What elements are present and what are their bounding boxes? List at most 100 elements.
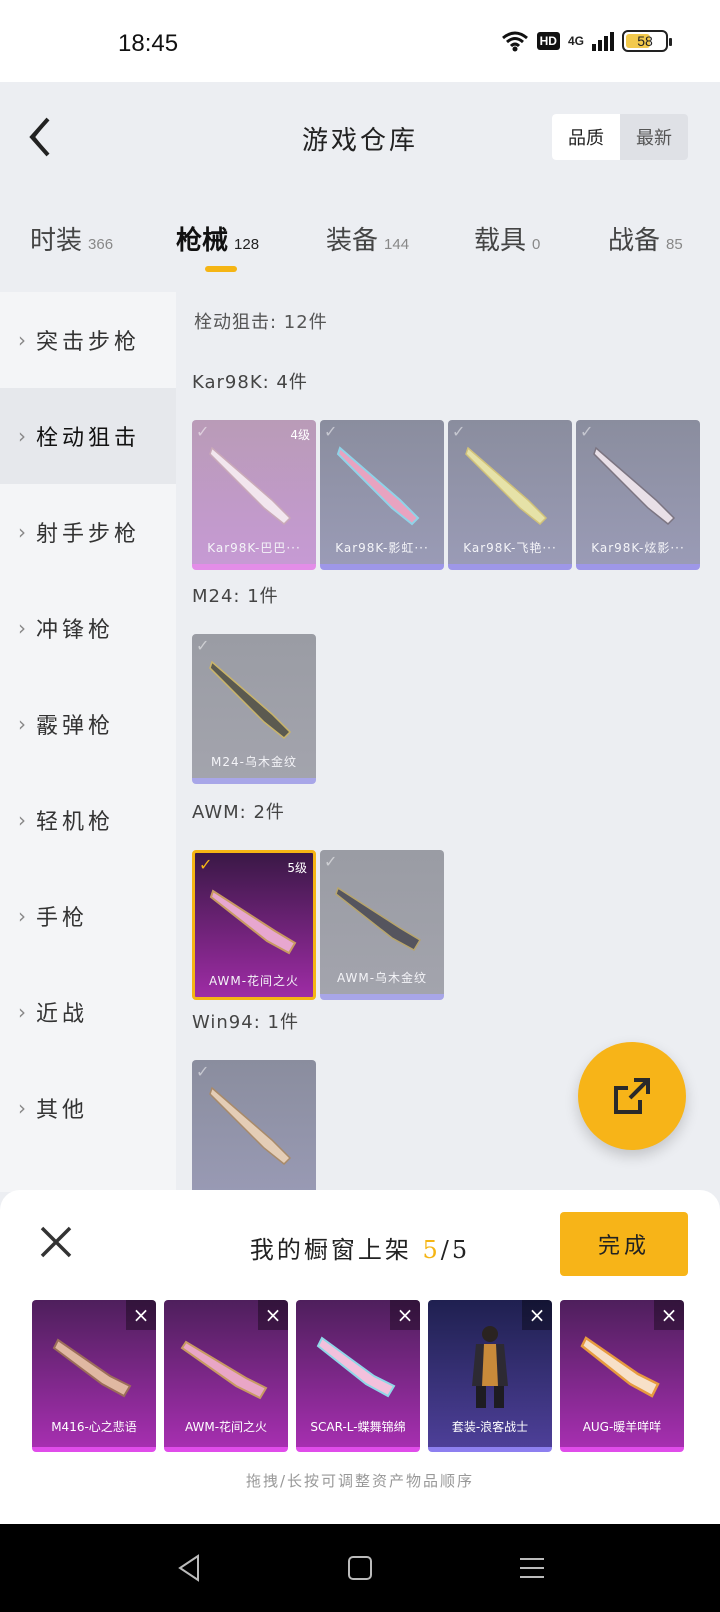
sidebar-item-smg[interactable]: › 冲锋枪 bbox=[0, 580, 176, 676]
item-card[interactable]: ✓ AWM-乌木金纹 bbox=[320, 850, 444, 1000]
chevron-right-icon: › bbox=[18, 1000, 26, 1024]
tab-label: 载具 bbox=[474, 226, 527, 256]
remove-item-button[interactable]: × bbox=[258, 1300, 288, 1330]
showcase-total: /5 bbox=[440, 1236, 471, 1264]
chevron-right-icon: › bbox=[18, 520, 26, 544]
item-name: 套装-浪客战士 bbox=[451, 1420, 529, 1434]
tab-equipment[interactable]: 装备 144 bbox=[326, 220, 409, 257]
share-button[interactable] bbox=[578, 1042, 686, 1150]
sort-by-quality[interactable]: 品质 bbox=[552, 114, 620, 160]
rifle-icon bbox=[52, 1338, 132, 1398]
showcase-count: 5 bbox=[422, 1236, 441, 1264]
sidebar-item-label: 突击步枪 bbox=[36, 330, 141, 355]
battery-indicator: 58 bbox=[622, 30, 672, 52]
item-card-selected[interactable]: ✓ 5级 AWM-花间之火 bbox=[192, 850, 316, 1000]
tab-label: 时装 bbox=[30, 226, 83, 256]
sidebar-item-pistol[interactable]: › 手枪 bbox=[0, 868, 176, 964]
category-summary: 栓动狙击: 12件 bbox=[194, 312, 328, 333]
chevron-right-icon: › bbox=[18, 328, 26, 352]
rifle-icon bbox=[209, 660, 292, 740]
wifi-icon bbox=[501, 31, 528, 52]
sidebar-item-other[interactable]: › 其他 bbox=[0, 1060, 176, 1156]
done-button[interactable]: 完成 bbox=[560, 1212, 688, 1276]
sidebar-item-label: 近战 bbox=[36, 1002, 89, 1027]
nav-back-icon[interactable] bbox=[174, 1552, 206, 1584]
sidebar-item-label: 手枪 bbox=[36, 906, 89, 931]
sort-by-newest[interactable]: 最新 bbox=[620, 114, 688, 160]
remove-item-button[interactable]: × bbox=[390, 1300, 420, 1330]
rifle-icon bbox=[593, 446, 676, 526]
sidebar-item-label: 轻机枪 bbox=[36, 810, 115, 835]
tab-supplies[interactable]: 战备 85 bbox=[608, 220, 683, 257]
remove-item-button[interactable]: × bbox=[126, 1300, 156, 1330]
nav-menu-icon[interactable] bbox=[516, 1552, 548, 1584]
item-card[interactable]: ✓ Kar98K-飞艳··· bbox=[448, 420, 572, 570]
sidebar-item-label: 其他 bbox=[36, 1098, 89, 1123]
tab-vehicles[interactable]: 载具 0 bbox=[474, 220, 540, 257]
remove-item-button[interactable]: × bbox=[654, 1300, 684, 1330]
tab-label: 枪械 bbox=[176, 226, 229, 256]
sidebar-item-shotgun[interactable]: › 霰弹枪 bbox=[0, 676, 176, 772]
item-name: SCAR-L-蝶舞锦绵 bbox=[310, 1420, 406, 1434]
showcase-item[interactable]: × 套装-浪客战士 bbox=[428, 1300, 552, 1452]
item-name: AUG-暖羊咩咩 bbox=[582, 1420, 662, 1434]
sidebar-item-label: 霰弹枪 bbox=[36, 714, 115, 739]
tab-count: 144 bbox=[384, 236, 410, 253]
status-bar: 18:45 HD 4G 58 bbox=[0, 0, 720, 82]
weapon-category-sidebar: › 突击步枪 › 栓动狙击 › 射手步枪 › 冲锋枪 › 霰弹枪 › 轻机枪 › 手枪 › 近战… bbox=[0, 292, 176, 1192]
rifle-icon bbox=[316, 1336, 396, 1398]
item-name: Kar98K-巴巴··· bbox=[207, 541, 301, 555]
system-nav-bar bbox=[0, 1524, 720, 1612]
tab-count: 128 bbox=[234, 236, 260, 253]
item-card[interactable]: ✓ Kar98K-影虹··· bbox=[320, 420, 444, 570]
showcase-title-text: 我的橱窗上架 bbox=[249, 1236, 412, 1264]
item-card[interactable]: ✓ bbox=[192, 1060, 316, 1192]
sidebar-item-label: 冲锋枪 bbox=[36, 618, 115, 643]
group-label: Win94: 1件 bbox=[192, 1012, 299, 1033]
header: 游戏仓库 品质 最新 bbox=[0, 82, 720, 192]
tab-fashion[interactable]: 时装 366 bbox=[30, 220, 113, 257]
sidebar-item-melee[interactable]: › 近战 bbox=[0, 964, 176, 1060]
item-name: M24-乌木金纹 bbox=[211, 755, 297, 769]
nav-home-icon[interactable] bbox=[344, 1552, 376, 1584]
showcase-item[interactable]: × AWM-花间之火 bbox=[164, 1300, 288, 1452]
chevron-right-icon: › bbox=[18, 424, 26, 448]
item-name: Kar98K-影虹··· bbox=[335, 541, 429, 555]
rifle-icon bbox=[465, 446, 548, 526]
category-tabs: 时装 366 枪械 128 装备 144 载具 0 战备 85 bbox=[0, 192, 720, 292]
item-name: AWM-花间之火 bbox=[184, 1420, 268, 1434]
item-name: AWM-乌木金纹 bbox=[336, 971, 428, 985]
sort-toggle: 品质 最新 bbox=[552, 114, 688, 160]
tab-guns[interactable]: 枪械 128 bbox=[176, 220, 259, 257]
tab-label: 战备 bbox=[608, 226, 661, 256]
chevron-right-icon: › bbox=[18, 904, 26, 928]
hd-badge: HD bbox=[536, 32, 560, 50]
showcase-item[interactable]: × SCAR-L-蝶舞锦绵 bbox=[296, 1300, 420, 1452]
character-icon bbox=[472, 1326, 508, 1408]
item-card[interactable]: ✓ 4级 Kar98K-巴巴··· bbox=[192, 420, 316, 570]
sidebar-item-assault-rifle[interactable]: › 突击步枪 bbox=[0, 292, 176, 388]
item-name: Kar98K-飞艳··· bbox=[463, 541, 557, 555]
showcase-item[interactable]: × M416-心之悲语 bbox=[32, 1300, 156, 1452]
rifle-icon bbox=[180, 1340, 268, 1400]
showcase-item[interactable]: × AUG-暖羊咩咩 bbox=[560, 1300, 684, 1452]
chevron-right-icon: › bbox=[18, 712, 26, 736]
status-time: 18:45 bbox=[118, 30, 179, 57]
rifle-icon bbox=[580, 1336, 660, 1398]
item-card[interactable]: ✓ Kar98K-炫影··· bbox=[576, 420, 700, 570]
remove-item-button[interactable]: × bbox=[522, 1300, 552, 1330]
sidebar-item-marksman-rifle[interactable]: › 射手步枪 bbox=[0, 484, 176, 580]
tab-count: 366 bbox=[88, 236, 114, 253]
item-name: M416-心之悲语 bbox=[51, 1420, 137, 1434]
rifle-icon bbox=[335, 886, 422, 952]
share-icon bbox=[614, 1078, 650, 1114]
showcase-sheet: 我的橱窗上架 5/5 完成 × M416-心之悲语 × AWM-花间之火 × S… bbox=[0, 1190, 720, 1524]
item-card[interactable]: ✓ M24-乌木金纹 bbox=[192, 634, 316, 784]
status-icons: HD 4G 58 bbox=[501, 30, 672, 52]
group-label: M24: 1件 bbox=[192, 586, 279, 607]
signal-icon bbox=[592, 32, 614, 51]
sidebar-item-lmg[interactable]: › 轻机枪 bbox=[0, 772, 176, 868]
sidebar-item-bolt-sniper[interactable]: › 栓动狙击 bbox=[0, 388, 176, 484]
active-tab-indicator bbox=[205, 266, 237, 272]
tab-label: 装备 bbox=[326, 226, 379, 256]
